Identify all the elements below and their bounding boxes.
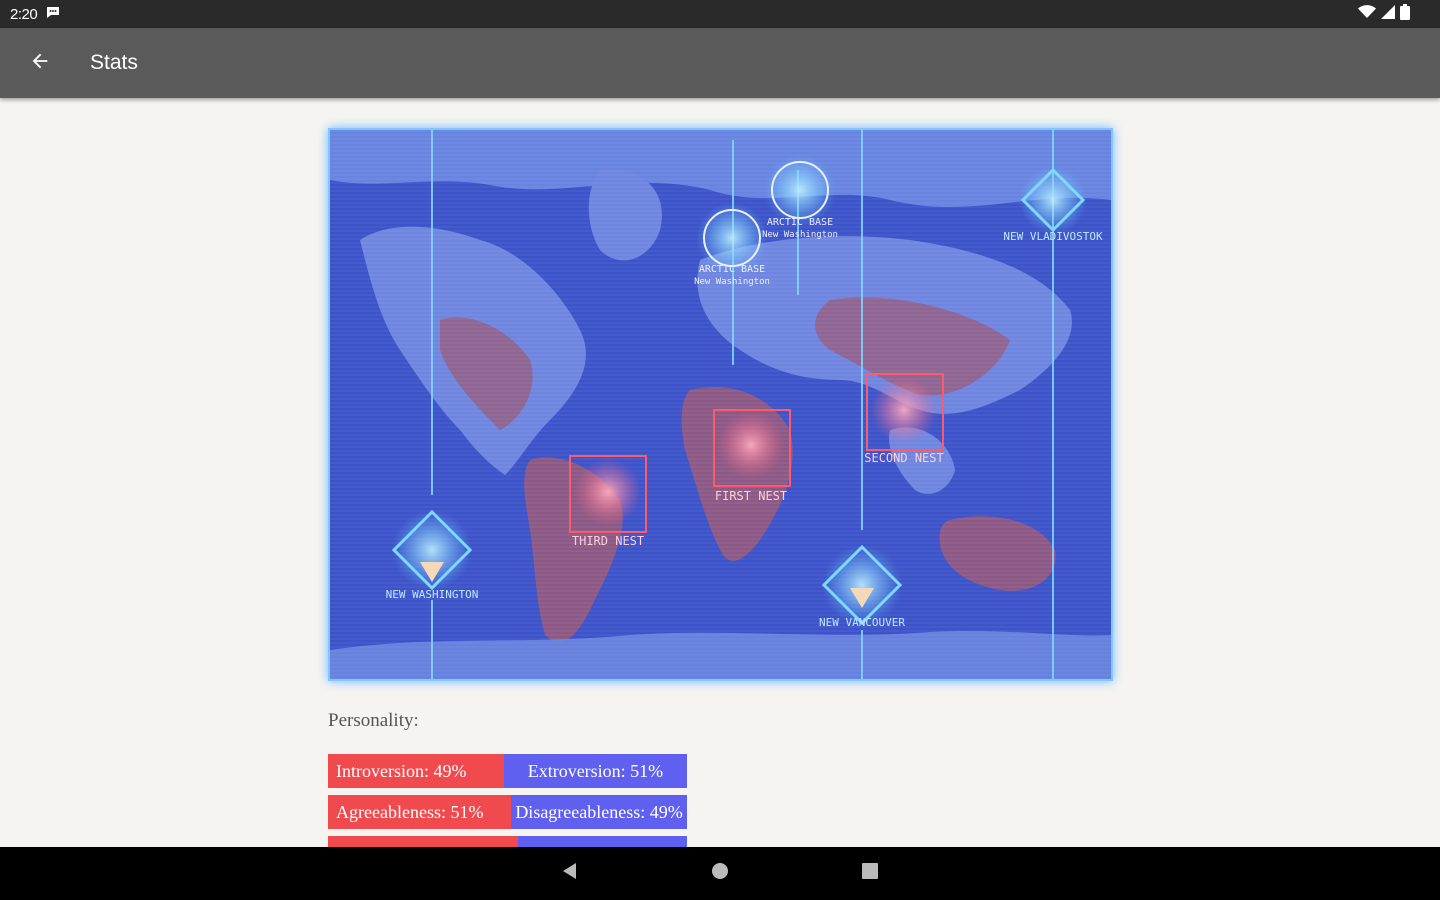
arctic-base-marker-2: ARCTIC BASE New Washington [694, 202, 770, 287]
circle-home-icon [710, 861, 730, 886]
trait-bar-right [518, 836, 687, 847]
trait-bar-right: Extroversion: 51% [503, 754, 687, 788]
battery-icon [1400, 3, 1410, 25]
page-title: Stats [90, 51, 138, 74]
back-button[interactable] [0, 28, 80, 98]
square-recents-icon [860, 861, 880, 886]
trait-bar-left: Introversion: 49% [328, 754, 504, 788]
nav-home-button[interactable] [700, 854, 740, 894]
trait-bar-left [328, 836, 519, 847]
new-vancouver-label: NEW VANCOUVER [819, 616, 905, 629]
wifi-icon [1358, 4, 1376, 24]
arctic-base-2-sublabel: New Washington [694, 277, 770, 287]
arctic-base-marker-1: ARCTIC BASE New Washington [762, 154, 838, 240]
third-nest-label: THIRD NEST [572, 534, 644, 548]
trait-left-label: Introversion: 49% [336, 760, 467, 781]
chat-notification-icon [45, 4, 61, 25]
navigation-bar [0, 847, 1440, 900]
world-map-image: ARCTIC BASE New Washington ARCTIC BASE N… [328, 128, 1113, 681]
status-bar: 2:20 [0, 0, 1440, 28]
trait-left-label: Agreeableness: 51% [336, 801, 484, 822]
cell-signal-icon [1381, 4, 1395, 24]
arctic-base-1-sublabel: New Washington [762, 230, 838, 240]
stats-content[interactable]: ARCTIC BASE New Washington ARCTIC BASE N… [0, 98, 1440, 847]
arctic-base-2-label: ARCTIC BASE [699, 264, 765, 275]
triangle-back-icon [560, 861, 580, 886]
nav-recents-button[interactable] [850, 854, 890, 894]
trait-right-label: Disagreeableness: 49% [515, 801, 683, 822]
status-left: 2:20 [10, 4, 61, 25]
nav-back-button[interactable] [550, 854, 590, 894]
trait-bar-agreeableness: Agreeableness: 51% Disagreeableness: 49% [328, 795, 687, 829]
personality-label: Personality: [328, 710, 419, 731]
trait-bar-left: Agreeableness: 51% [328, 795, 512, 829]
status-right [1358, 3, 1430, 25]
trait-right-label: Extroversion: 51% [527, 760, 664, 781]
status-time: 2:20 [10, 5, 38, 23]
app-bar: Stats [0, 28, 1440, 98]
trait-bar-introversion: Introversion: 49% Extroversion: 51% [328, 754, 687, 788]
second-nest-label: SECOND NEST [864, 451, 943, 465]
trait-bar-third [328, 836, 687, 847]
first-nest-label: FIRST NEST [715, 489, 787, 503]
new-vladivostok-label: NEW VLADIVOSTOK [1003, 230, 1103, 243]
trait-bar-right: Disagreeableness: 49% [511, 795, 687, 829]
new-washington-label: NEW WASHINGTON [386, 588, 479, 601]
arctic-base-1-label: ARCTIC BASE [767, 217, 833, 228]
arrow-back-icon [29, 50, 51, 77]
